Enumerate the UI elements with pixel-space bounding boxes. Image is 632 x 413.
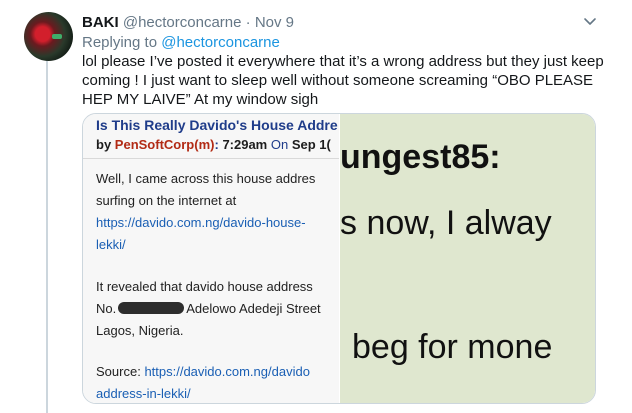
meta-author: PenSoftCorp bbox=[114, 137, 195, 152]
avatar[interactable] bbox=[24, 12, 73, 61]
forum-post-title: Is This Really Davido's House Addre bbox=[96, 117, 338, 133]
zoomed-text: s now, I alway bbox=[340, 204, 552, 242]
redaction-bar bbox=[118, 302, 185, 314]
thread-line bbox=[46, 60, 48, 413]
divider bbox=[83, 158, 339, 159]
tweet-header: BAKI @hectorconcarne · Nov 9 bbox=[82, 13, 294, 33]
forum-post-meta: by PenSoftCorp(m): 7:29am On Sep 1( bbox=[96, 137, 331, 152]
meta-colon: : bbox=[214, 137, 219, 152]
meta-author-suffix: (m) bbox=[194, 137, 215, 152]
tweet-media[interactable]: Is This Really Davido's House Addre by P… bbox=[82, 113, 596, 404]
post-source: Source: https://davido.com.ng/davido bbox=[96, 362, 310, 382]
zoomed-text: beg for mone bbox=[352, 328, 553, 366]
display-name[interactable]: BAKI bbox=[82, 14, 119, 31]
post-line: surfing on the internet at bbox=[96, 193, 237, 208]
separator-dot: · bbox=[245, 14, 251, 31]
meta-time: 7:29am bbox=[222, 137, 268, 152]
replying-to-handle[interactable]: @hectorconcarne bbox=[161, 34, 280, 51]
avatar-detail bbox=[52, 34, 62, 39]
meta-by: by bbox=[96, 137, 112, 152]
source-link-cont: address-in-lekki/ bbox=[96, 386, 191, 401]
replying-to: Replying to @hectorconcarne bbox=[82, 33, 280, 53]
post-line: Well, I came across this house addres bbox=[96, 171, 316, 186]
tweet-text: lol please I’ve posted it everywhere tha… bbox=[82, 53, 604, 108]
media-right-image[interactable]: ungest85: s now, I alway beg for mone bbox=[340, 114, 595, 403]
post-link: https://davido.com.ng/davido-house- bbox=[96, 215, 306, 230]
chevron-down-icon[interactable] bbox=[580, 14, 600, 30]
post-line-address: No. Adelowo Adedeji Street bbox=[96, 299, 321, 319]
meta-on: On bbox=[270, 137, 289, 152]
tweet-date[interactable]: Nov 9 bbox=[255, 14, 294, 31]
replying-to-label: Replying to bbox=[82, 34, 158, 51]
source-link: https://davido.com.ng/davido bbox=[144, 364, 310, 379]
user-handle[interactable]: @hectorconcarne bbox=[123, 14, 242, 31]
address-street: Adelowo Adedeji Street bbox=[186, 301, 321, 316]
address-prefix: No. bbox=[96, 301, 117, 316]
post-line: It revealed that davido house address bbox=[96, 279, 313, 294]
post-link: lekki/ bbox=[96, 237, 126, 252]
source-label: Source: bbox=[96, 364, 141, 379]
tweet[interactable]: BAKI @hectorconcarne · Nov 9 Replying to… bbox=[0, 0, 632, 413]
post-line: Lagos, Nigeria. bbox=[96, 323, 184, 338]
zoomed-text: ungest85: bbox=[340, 138, 501, 176]
media-left-image[interactable]: Is This Really Davido's House Addre by P… bbox=[83, 114, 339, 403]
meta-date: Sep 1( bbox=[291, 137, 331, 152]
